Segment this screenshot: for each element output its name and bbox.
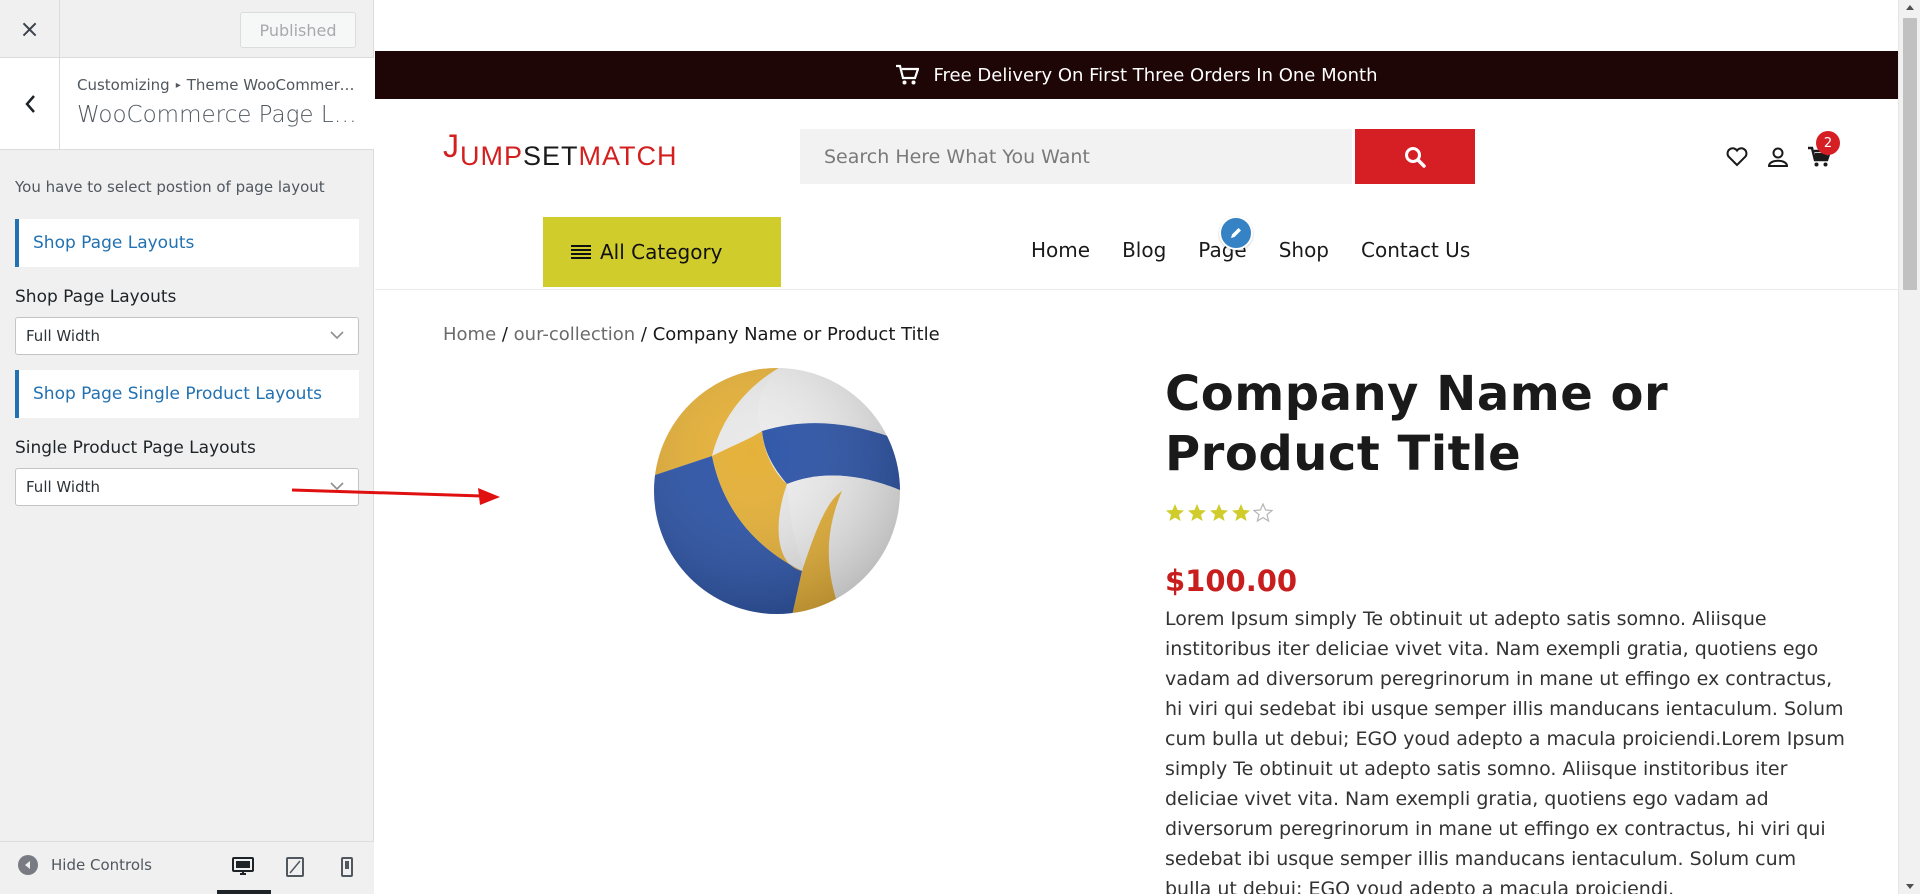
preview-scrollbar[interactable] bbox=[1898, 0, 1920, 894]
shop-layout-label: Shop Page Layouts bbox=[15, 287, 177, 307]
site-preview: Free Delivery On First Three Orders In O… bbox=[375, 0, 1898, 894]
breadcrumb-separator: / bbox=[635, 324, 653, 345]
star-filled-icon bbox=[1232, 504, 1250, 521]
breadcrumb-root: Customizing bbox=[77, 76, 170, 94]
customizer-breadcrumb: Customizing ▸ Theme WooCommerce Settings bbox=[77, 76, 362, 94]
product-breadcrumb: Home / our-collection / Company Name or … bbox=[443, 324, 940, 345]
hide-controls-label: Hide Controls bbox=[51, 856, 153, 874]
scrollbar-thumb[interactable] bbox=[1903, 18, 1917, 290]
site-logo[interactable]: JUMPSETMATCH bbox=[443, 128, 678, 173]
nav-item-home[interactable]: Home bbox=[1031, 238, 1090, 262]
shop-layout-value: Full Width bbox=[26, 327, 100, 345]
breadcrumb-collection-link[interactable]: our-collection bbox=[514, 324, 636, 345]
search-icon bbox=[1405, 146, 1426, 168]
section-title: WooCommerce Page Layouts bbox=[77, 102, 362, 128]
all-category-button[interactable]: All Category bbox=[543, 217, 781, 287]
star-filled-icon bbox=[1166, 504, 1184, 521]
edit-shortcut-button[interactable] bbox=[1219, 216, 1253, 250]
star-empty-icon bbox=[1253, 503, 1273, 523]
tablet-icon bbox=[286, 857, 304, 877]
mobile-icon bbox=[341, 857, 353, 877]
scroll-up-arrow-icon[interactable] bbox=[1906, 5, 1914, 10]
logo-letter-j: J bbox=[443, 128, 460, 164]
shop-layouts-heading: Shop Page Layouts bbox=[15, 219, 359, 267]
preview-mobile-button[interactable] bbox=[330, 852, 364, 882]
single-layouts-heading: Shop Page Single Product Layouts bbox=[15, 370, 359, 418]
product-description: Lorem Ipsum simply Te obtinuit ut adepto… bbox=[1165, 608, 1845, 894]
account-user-icon[interactable] bbox=[1766, 145, 1790, 169]
customizer-topbar: × Published bbox=[0, 0, 374, 58]
customizer-footer: Hide Controls bbox=[0, 841, 374, 894]
shop-layout-select[interactable]: Full Width bbox=[15, 317, 359, 355]
nav-item-blog[interactable]: Blog bbox=[1122, 238, 1166, 262]
breadcrumb-separator: / bbox=[496, 324, 514, 345]
logo-part-ump: UMP bbox=[460, 141, 523, 171]
single-layout-label: Single Product Page Layouts bbox=[15, 438, 256, 458]
product-search-input[interactable]: Search Here What You Want bbox=[800, 129, 1352, 184]
announcement-bar: Free Delivery On First Three Orders In O… bbox=[375, 51, 1898, 99]
announcement-text: Free Delivery On First Three Orders In O… bbox=[933, 64, 1378, 86]
single-layout-value: Full Width bbox=[26, 478, 100, 496]
main-navigation: Home Blog Page Shop Contact Us bbox=[1031, 238, 1502, 262]
preview-tablet-button[interactable] bbox=[278, 852, 312, 882]
breadcrumb-current: Company Name or Product Title bbox=[652, 324, 940, 345]
nav-item-contact[interactable]: Contact Us bbox=[1361, 238, 1470, 262]
nav-item-shop[interactable]: Shop bbox=[1279, 238, 1329, 262]
wishlist-heart-icon[interactable] bbox=[1725, 145, 1749, 169]
close-customizer-button[interactable]: × bbox=[0, 0, 60, 58]
annotation-arrow bbox=[291, 488, 500, 505]
cart-count-badge: 2 bbox=[1816, 131, 1840, 155]
star-filled-icon bbox=[1188, 504, 1206, 521]
chevron-left-icon bbox=[24, 95, 35, 113]
hide-controls-button[interactable]: Hide Controls bbox=[18, 855, 152, 875]
close-icon: × bbox=[19, 15, 40, 43]
back-button[interactable] bbox=[0, 58, 60, 150]
scroll-down-arrow-icon[interactable] bbox=[1906, 884, 1914, 889]
breadcrumb-separator: ▸ bbox=[175, 80, 181, 91]
header-divider bbox=[375, 289, 1898, 290]
star-filled-icon bbox=[1210, 504, 1228, 521]
pencil-icon bbox=[1231, 228, 1241, 238]
chevron-down-icon bbox=[330, 331, 344, 340]
section-description: You have to select postion of page layou… bbox=[15, 178, 325, 196]
breadcrumb-parent: Theme WooCommerce Settings bbox=[186, 76, 362, 94]
product-price: $100.00 bbox=[1165, 564, 1298, 598]
logo-part-set: SET bbox=[523, 141, 579, 171]
section-header: Customizing ▸ Theme WooCommerce Settings W… bbox=[0, 58, 374, 150]
menu-lines-icon bbox=[571, 245, 591, 259]
product-title: Company Name or Product Title bbox=[1165, 366, 1669, 482]
publish-button[interactable]: Published bbox=[240, 12, 356, 48]
product-image-volleyball[interactable] bbox=[652, 366, 902, 616]
preview-desktop-button[interactable] bbox=[217, 852, 271, 894]
desktop-icon bbox=[232, 857, 254, 875]
product-rating bbox=[1165, 503, 1275, 523]
search-button[interactable] bbox=[1355, 129, 1475, 184]
logo-part-match: MATCH bbox=[578, 141, 678, 171]
search-placeholder: Search Here What You Want bbox=[824, 145, 1090, 168]
collapse-icon bbox=[18, 855, 38, 875]
cart-icon bbox=[896, 64, 920, 85]
customizer-sidebar: × Published Customizing ▸ Theme WooCommerc… bbox=[0, 0, 374, 894]
all-category-label: All Category bbox=[600, 240, 723, 264]
breadcrumb-home-link[interactable]: Home bbox=[443, 324, 496, 345]
